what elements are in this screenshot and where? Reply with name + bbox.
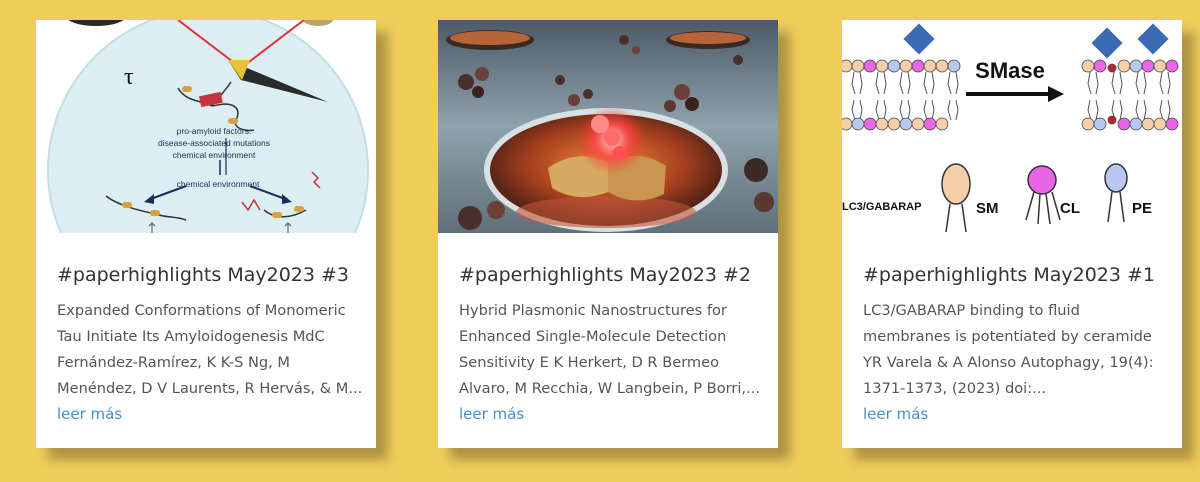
lc3-label: LC3/GABARAP (842, 201, 921, 213)
post-excerpt: Hybrid Plasmonic Nanostructures for Enha… (459, 298, 765, 402)
post-excerpt: Expanded Conformations of Monomeric Tau … (57, 298, 363, 402)
tau-amyloid-illustration: τ pro-amyloid factors: disease-associate… (36, 20, 376, 233)
post-thumbnail[interactable]: SMase LC3/GABARAP SM CL PE (842, 20, 1182, 233)
post-thumbnail[interactable]: τ pro-amyloid factors: disease-associate… (36, 20, 376, 233)
post-card[interactable]: SMase LC3/GABARAP SM CL PE #paperhighlig… (842, 20, 1182, 448)
tau-symbol: τ (124, 64, 134, 90)
image-label: chemical environment (177, 179, 260, 189)
excerpt-line: Fernández-Ramírez, K K-S Ng, M (57, 354, 291, 371)
excerpt-line: Menéndez, D V Laurents, R Hervás, & M... (57, 380, 363, 397)
post-title[interactable]: #paperhighlights May2023 #2 (459, 264, 766, 286)
read-more-link[interactable]: leer más (863, 405, 928, 423)
membrane-smase-illustration: SMase LC3/GABARAP SM CL PE (842, 20, 1182, 233)
cl-label: CL (1060, 200, 1080, 217)
excerpt-line: Tau Initiate Its Amyloidogenesis MdC (57, 328, 325, 345)
excerpt-line: membranes is potentiated by ceramide (863, 328, 1152, 345)
excerpt-line: Alvaro, M Recchia, W Langbein, P Borri,.… (459, 380, 760, 397)
excerpt-line: YR Varela & A Alonso Autophagy, 19(4): (863, 354, 1154, 371)
excerpt-line: Hybrid Plasmonic Nanostructures for (459, 302, 727, 319)
post-card[interactable]: τ pro-amyloid factors: disease-associate… (36, 20, 376, 448)
post-thumbnail[interactable] (438, 20, 778, 233)
read-more-link[interactable]: leer más (459, 405, 524, 423)
post-excerpt: LC3/GABARAP binding to fluid membranes i… (863, 298, 1169, 402)
excerpt-line: Sensitivity E K Herkert, D R Bermeo (459, 354, 720, 371)
read-more-link[interactable]: leer más (57, 405, 122, 423)
post-card[interactable]: #paperhighlights May2023 #2 Hybrid Plasm… (438, 20, 778, 448)
post-title[interactable]: #paperhighlights May2023 #3 (57, 264, 364, 286)
post-title[interactable]: #paperhighlights May2023 #1 (863, 264, 1170, 286)
pe-label: PE (1132, 200, 1152, 217)
excerpt-line: Expanded Conformations of Monomeric (57, 302, 346, 319)
excerpt-line: Enhanced Single-Molecule Detection (459, 328, 727, 345)
image-label: chemical environment (173, 150, 256, 160)
image-label: disease-associated mutations (158, 138, 270, 148)
sm-label: SM (976, 200, 999, 217)
excerpt-line: 1371-1373, (2023) doi:... (863, 380, 1047, 397)
smase-label: SMase (975, 58, 1045, 83)
excerpt-line: LC3/GABARAP binding to fluid (863, 302, 1080, 319)
image-label: pro-amyloid factors: (177, 126, 252, 136)
plasmonic-nanostructure-illustration (438, 20, 778, 233)
